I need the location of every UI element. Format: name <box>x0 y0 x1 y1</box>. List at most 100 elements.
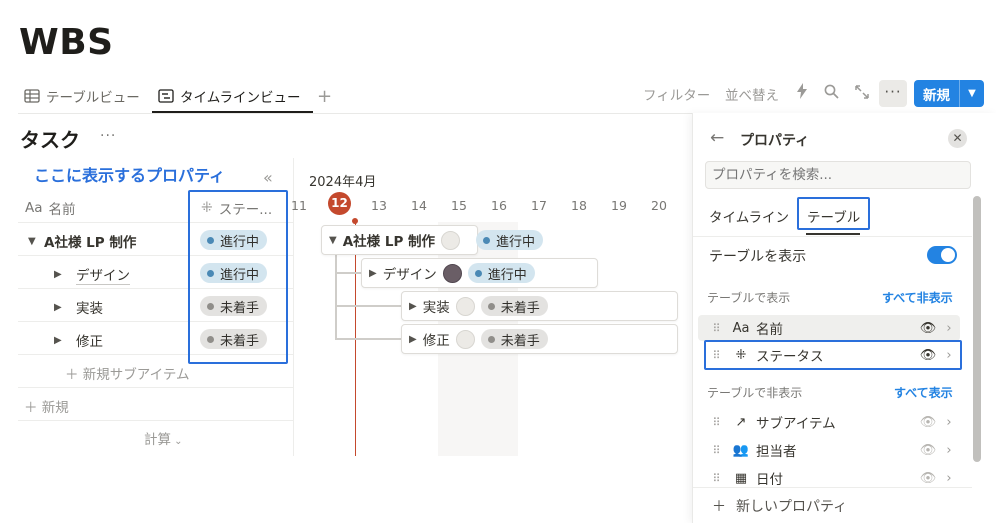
plus-icon: ＋ <box>65 367 83 383</box>
day-label: 20 <box>651 198 667 213</box>
table-icon <box>24 89 40 103</box>
property-search-input[interactable] <box>705 161 971 189</box>
timeline-bar[interactable]: ▶ 実装 未着手 <box>401 291 678 321</box>
sort-button[interactable]: 並べ替え <box>725 84 779 104</box>
row-title: A社様 LP 制作 <box>44 235 137 251</box>
table-row[interactable]: ▶ 実装 <box>54 297 103 317</box>
day-label: 17 <box>531 198 547 213</box>
back-arrow-icon[interactable]: ← <box>710 128 724 148</box>
chevron-down-icon: ⌄ <box>171 436 183 447</box>
eye-off-icon[interactable]: 👁 <box>918 415 938 430</box>
timeline-bar[interactable]: ▼ A社様 LP 制作 <box>321 225 478 255</box>
new-property-button[interactable]: ＋ 新しいプロパティ <box>712 496 847 516</box>
table-row[interactable]: ▶ デザイン <box>54 264 130 284</box>
collapse-table-icon[interactable]: « <box>263 168 273 187</box>
row-title: 修正 <box>76 334 103 350</box>
table-row[interactable]: ▼ A社様 LP 制作 <box>28 231 136 251</box>
status-badge[interactable]: 未着手 <box>480 296 548 316</box>
search-icon <box>824 84 839 99</box>
caret-down-icon[interactable]: ▼ <box>329 235 337 246</box>
tab-timeline-view[interactable]: タイムラインビュー <box>158 84 301 108</box>
status-text: 進行中 <box>487 267 527 283</box>
caret-right-icon[interactable]: ▶ <box>369 268 377 279</box>
caret-down-icon[interactable]: ▼ <box>28 236 44 247</box>
drag-handle-icon[interactable]: ⠿ <box>706 416 726 429</box>
expand-button[interactable] <box>855 85 869 103</box>
status-text: 未着手 <box>500 333 540 349</box>
plus-icon: ＋ <box>24 400 42 416</box>
day-label: 19 <box>611 198 627 213</box>
close-icon[interactable]: ✕ <box>948 129 967 148</box>
filter-button[interactable]: フィルター <box>643 84 710 104</box>
people-icon: 👥 <box>732 442 750 458</box>
day-label: 16 <box>491 198 507 213</box>
status-badge[interactable]: 進行中 <box>467 263 535 283</box>
timeline-month: 2024年4月 <box>309 175 377 190</box>
timeline-bar[interactable]: ▶ デザイン 進行中 <box>361 258 598 288</box>
lightning-icon <box>797 83 807 99</box>
drag-handle-icon[interactable]: ⠿ <box>706 444 726 457</box>
eye-icon[interactable]: 👁 <box>918 321 938 336</box>
drag-handle-icon[interactable]: ⠿ <box>706 322 726 335</box>
caret-right-icon[interactable]: ▶ <box>54 269 70 280</box>
chevron-right-icon[interactable]: › <box>938 443 960 458</box>
arrow-icon: ↗ <box>735 414 747 430</box>
caret-right-icon[interactable]: ▶ <box>409 301 417 312</box>
new-subitem-button[interactable]: ＋ 新規サブアイテム <box>65 363 189 383</box>
calendar-icon: ▦ <box>734 470 748 486</box>
show-all-button[interactable]: すべて表示 <box>894 384 953 401</box>
property-name: 担当者 <box>756 444 797 460</box>
property-row-assignee[interactable]: ⠿ 👥 担当者 👁 › <box>698 437 960 463</box>
calc-label: 計算 <box>144 432 171 448</box>
dependency-connector <box>335 255 337 339</box>
panel-footer-divider <box>693 487 972 488</box>
eye-off-icon[interactable]: 👁 <box>918 443 938 458</box>
column-header-name[interactable]: Aa 名前 <box>25 198 76 218</box>
new-button[interactable]: 新規 ▼ <box>914 80 984 107</box>
property-name: 日付 <box>756 472 783 488</box>
caret-right-icon[interactable]: ▶ <box>54 335 70 346</box>
table-row[interactable]: ▶ 修正 <box>54 330 103 350</box>
status-dot <box>474 269 482 277</box>
property-row-subitem[interactable]: ⠿ ↗ サブアイテム 👁 › <box>698 409 960 435</box>
tab-table-view[interactable]: テーブルビュー <box>24 84 140 108</box>
new-subitem-label: 新規サブアイテム <box>82 367 190 383</box>
active-panel-tab-underline <box>806 233 860 235</box>
chevron-down-icon[interactable]: ▼ <box>960 88 984 99</box>
dependency-connector <box>335 305 401 307</box>
chevron-right-icon[interactable]: › <box>938 321 960 336</box>
calculate-button[interactable]: 計算 ⌄ <box>144 428 183 448</box>
search-button[interactable] <box>824 84 839 103</box>
timeline-bar[interactable]: ▶ 修正 未着手 <box>401 324 678 354</box>
chevron-right-icon[interactable]: › <box>938 415 960 430</box>
caret-right-icon[interactable]: ▶ <box>54 302 70 313</box>
hide-all-button[interactable]: すべて非表示 <box>882 289 953 306</box>
status-badge[interactable]: 進行中 <box>476 230 544 250</box>
new-row-button[interactable]: ＋ 新規 <box>24 396 69 416</box>
status-column-highlight <box>188 190 288 364</box>
dependency-connector <box>335 338 401 340</box>
expand-icon <box>855 85 869 99</box>
text-type-icon: Aa <box>732 320 750 336</box>
more-options-button[interactable]: ··· <box>879 80 907 107</box>
eye-off-icon[interactable]: 👁 <box>918 471 938 486</box>
row-divider <box>18 387 293 388</box>
status-dot <box>487 335 495 343</box>
show-table-toggle[interactable] <box>927 246 957 264</box>
status-text: 未着手 <box>500 300 540 316</box>
automation-button[interactable] <box>796 83 808 103</box>
dependency-connector <box>335 272 361 274</box>
section-options-button[interactable]: ··· <box>100 128 116 144</box>
status-badge[interactable]: 未着手 <box>480 329 548 349</box>
drag-handle-icon[interactable]: ⠿ <box>706 472 726 485</box>
add-view-button[interactable]: + <box>317 84 332 108</box>
bar-title: デザイン <box>382 267 437 283</box>
property-row-name[interactable]: ⠿ Aa 名前 👁 › <box>698 315 960 341</box>
page-title: WBS <box>19 22 114 63</box>
caret-right-icon[interactable]: ▶ <box>409 334 417 345</box>
panel-scrollbar[interactable] <box>973 196 981 462</box>
panel-tab-timeline[interactable]: タイムライン <box>709 206 789 226</box>
new-button-label: 新規 <box>923 87 950 104</box>
chevron-right-icon[interactable]: › <box>938 471 960 486</box>
day-label: 13 <box>371 198 387 213</box>
